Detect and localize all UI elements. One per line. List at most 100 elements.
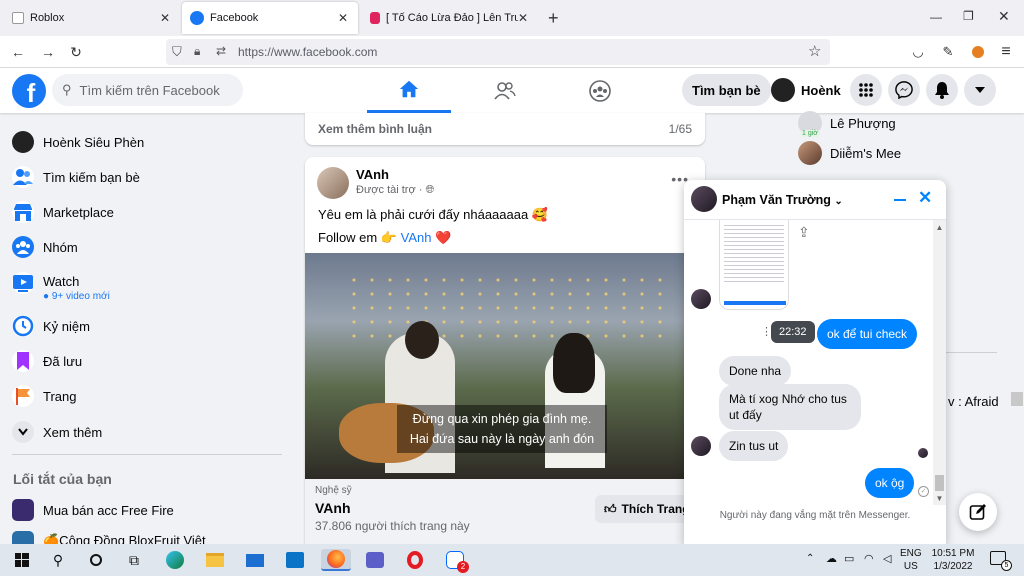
cortana-icon[interactable] bbox=[84, 549, 108, 571]
tab-facebook[interactable]: Facebook ✕ bbox=[182, 2, 358, 34]
battery-icon[interactable]: ▭ bbox=[844, 552, 854, 565]
back-arrow-icon[interactable]: ← bbox=[8, 42, 28, 62]
sidebar-item-pages[interactable]: Trang bbox=[12, 379, 282, 413]
contact-item[interactable]: 1 giờ Lê Phượng bbox=[798, 110, 998, 137]
close-tab-icon[interactable]: ✕ bbox=[160, 11, 170, 25]
edge-icon[interactable] bbox=[163, 549, 187, 571]
wifi-icon[interactable]: ◠ bbox=[864, 552, 874, 565]
messenger-icon[interactable] bbox=[888, 74, 920, 106]
minimize-chat-icon[interactable] bbox=[894, 189, 910, 209]
url-text[interactable]: https://www.facebook.com bbox=[238, 45, 377, 59]
new-message-button[interactable] bbox=[959, 493, 997, 531]
post-video[interactable]: Đừng qua xin phép gia đình mẹ. Hai đứa s… bbox=[305, 253, 705, 479]
nav-friends[interactable] bbox=[463, 68, 547, 113]
sidebar-item-label: Hoènk Siêu Phèn bbox=[43, 134, 145, 150]
chat-scrollbar[interactable]: ▲ ▼ bbox=[933, 220, 946, 505]
store-icon[interactable] bbox=[283, 549, 307, 571]
firefox-taskbar-icon[interactable] bbox=[321, 549, 351, 571]
restore-window-icon[interactable]: ❐ bbox=[963, 9, 974, 23]
extension-icon[interactable]: ✎ bbox=[938, 42, 958, 62]
sidebar-item-see-more[interactable]: Xem thêm bbox=[12, 415, 282, 449]
sidebar-item-memories[interactable]: Kỷ niệm bbox=[12, 309, 282, 343]
sidebar-item-label: Watch bbox=[43, 274, 80, 289]
weather-icon[interactable]: ☁ bbox=[826, 552, 837, 565]
share-icon[interactable]: ⇪ bbox=[798, 224, 810, 241]
tab-scam-report[interactable]: [ Tố Cáo Lừa Đảo ] Lên Trung Tâ ✕ bbox=[362, 0, 538, 36]
teams-icon[interactable] bbox=[363, 549, 387, 571]
sidebar-item-profile[interactable]: Hoènk Siêu Phèn bbox=[12, 125, 282, 159]
avatar bbox=[771, 78, 795, 102]
avatar[interactable] bbox=[691, 186, 717, 212]
delivered-check-icon: ✓ bbox=[918, 486, 929, 497]
sidebar-item-saved[interactable]: Đã lưu bbox=[12, 344, 282, 378]
search-icon[interactable]: ⚲ bbox=[46, 549, 70, 571]
page-name[interactable]: VAnh bbox=[315, 500, 351, 516]
post-author[interactable]: VAnh bbox=[356, 167, 389, 182]
facebook-logo-icon[interactable]: f bbox=[12, 74, 46, 108]
shortcut-item[interactable]: 🍊Cộng Đồng BloxFruit Việt bbox=[12, 527, 282, 544]
volume-icon[interactable]: ◁ bbox=[883, 552, 891, 565]
mail-icon[interactable] bbox=[243, 549, 267, 571]
avatar[interactable] bbox=[317, 167, 349, 199]
chat-contact-name[interactable]: Phạm Văn Trường ⌄ bbox=[722, 193, 843, 207]
view-more-comments-link[interactable]: Xem thêm bình luận bbox=[318, 122, 432, 136]
close-tab-icon[interactable]: ✕ bbox=[517, 11, 528, 25]
show-hidden-icons-icon[interactable]: ⌃ bbox=[806, 553, 814, 564]
tab-title: [ Tố Cáo Lừa Đảo ] Lên Trung Tâ bbox=[386, 12, 518, 24]
shared-image-message[interactable] bbox=[719, 220, 789, 310]
bookmark-star-icon[interactable]: ☆ bbox=[808, 42, 821, 60]
lock-icon[interactable]: 🔒︎ bbox=[194, 44, 200, 59]
menu-grid-icon[interactable] bbox=[850, 74, 882, 106]
incoming-message[interactable]: Done nha bbox=[719, 356, 792, 386]
minimize-window-icon[interactable]: — bbox=[930, 10, 942, 24]
sidebar-item-find-friends[interactable]: Tìm kiếm bạn bè bbox=[12, 160, 282, 194]
search-input[interactable]: ⚲ Tìm kiếm trên Facebook bbox=[52, 74, 243, 106]
permissions-icon[interactable]: ⇄ bbox=[216, 44, 226, 58]
incoming-message[interactable]: Mà tí xog Nhớ cho tus ut đấy bbox=[719, 384, 861, 430]
windows-taskbar: ⚲ ⧉ 2 ⌃ ☁ ▭ ◠ ◁ ENG US 10:51 PM 1/3/2022… bbox=[0, 544, 1024, 576]
sidebar-item-watch[interactable]: Watch ● 9+ video mới bbox=[12, 266, 282, 304]
opera-icon[interactable] bbox=[403, 549, 427, 571]
file-explorer-icon[interactable] bbox=[203, 549, 227, 571]
shortcut-item[interactable]: Mua bán acc Free Fire bbox=[12, 493, 282, 527]
windows-start-icon[interactable] bbox=[10, 549, 34, 571]
find-friends-button[interactable]: Tìm bạn bè bbox=[682, 74, 771, 106]
clock[interactable]: 10:51 PM 1/3/2022 bbox=[930, 547, 976, 573]
url-bar[interactable]: ⛉ 🔒︎ ⇄ https://www.facebook.com ☆ bbox=[166, 39, 830, 65]
zalo-icon[interactable]: 2 bbox=[443, 549, 469, 573]
close-chat-icon[interactable]: ✕ bbox=[918, 188, 932, 208]
language-indicator[interactable]: ENG US bbox=[900, 547, 922, 573]
outgoing-message[interactable]: ok ộg bbox=[865, 468, 915, 498]
contact-item[interactable]: Diiễm's Mee bbox=[798, 140, 998, 166]
thumbs-up-icon: 👍︎ bbox=[604, 501, 617, 516]
chat-scrollbar-thumb[interactable] bbox=[935, 475, 944, 491]
close-tab-icon[interactable]: ✕ bbox=[338, 11, 348, 25]
profile-button[interactable]: Hoènk bbox=[767, 74, 851, 106]
forward-arrow-icon[interactable]: → bbox=[38, 42, 58, 62]
incoming-message[interactable]: Zin tus ut bbox=[719, 431, 789, 461]
close-window-icon[interactable]: ✕ bbox=[998, 8, 1010, 25]
post-text-line1: Yêu em là phải cưới đấy nháaaaaaa 🥰 bbox=[318, 207, 549, 222]
hamburger-menu-icon[interactable]: ≡ bbox=[996, 42, 1016, 62]
page-scrollbar-thumb[interactable] bbox=[1011, 392, 1023, 406]
outgoing-message[interactable]: ok để tui check bbox=[817, 319, 918, 349]
nav-groups[interactable] bbox=[558, 68, 642, 113]
task-view-icon[interactable]: ⧉ bbox=[122, 549, 146, 571]
watch-new-videos: ● 9+ video mới bbox=[43, 291, 110, 302]
notifications-bell-icon[interactable] bbox=[926, 74, 958, 106]
pocket-icon[interactable]: ◡ bbox=[908, 42, 928, 62]
profile-extension-icon[interactable] bbox=[968, 42, 988, 62]
shield-icon[interactable]: ⛉ bbox=[172, 44, 182, 60]
tab-roblox[interactable]: Roblox ✕ bbox=[4, 0, 180, 36]
marketplace-icon bbox=[12, 201, 34, 223]
nav-home[interactable] bbox=[367, 68, 451, 113]
post-mention-link[interactable]: VAnh bbox=[401, 230, 432, 245]
sidebar-item-groups[interactable]: Nhóm bbox=[12, 230, 282, 264]
account-caret-icon[interactable] bbox=[964, 74, 996, 106]
clock-date: 1/3/2022 bbox=[933, 561, 973, 572]
action-center-icon[interactable]: 5 bbox=[990, 551, 1012, 571]
reload-icon[interactable]: ↻ bbox=[66, 42, 86, 62]
lock-favicon-icon bbox=[370, 12, 380, 24]
new-tab-button[interactable]: + bbox=[548, 8, 559, 29]
sidebar-item-marketplace[interactable]: Marketplace bbox=[12, 195, 282, 229]
